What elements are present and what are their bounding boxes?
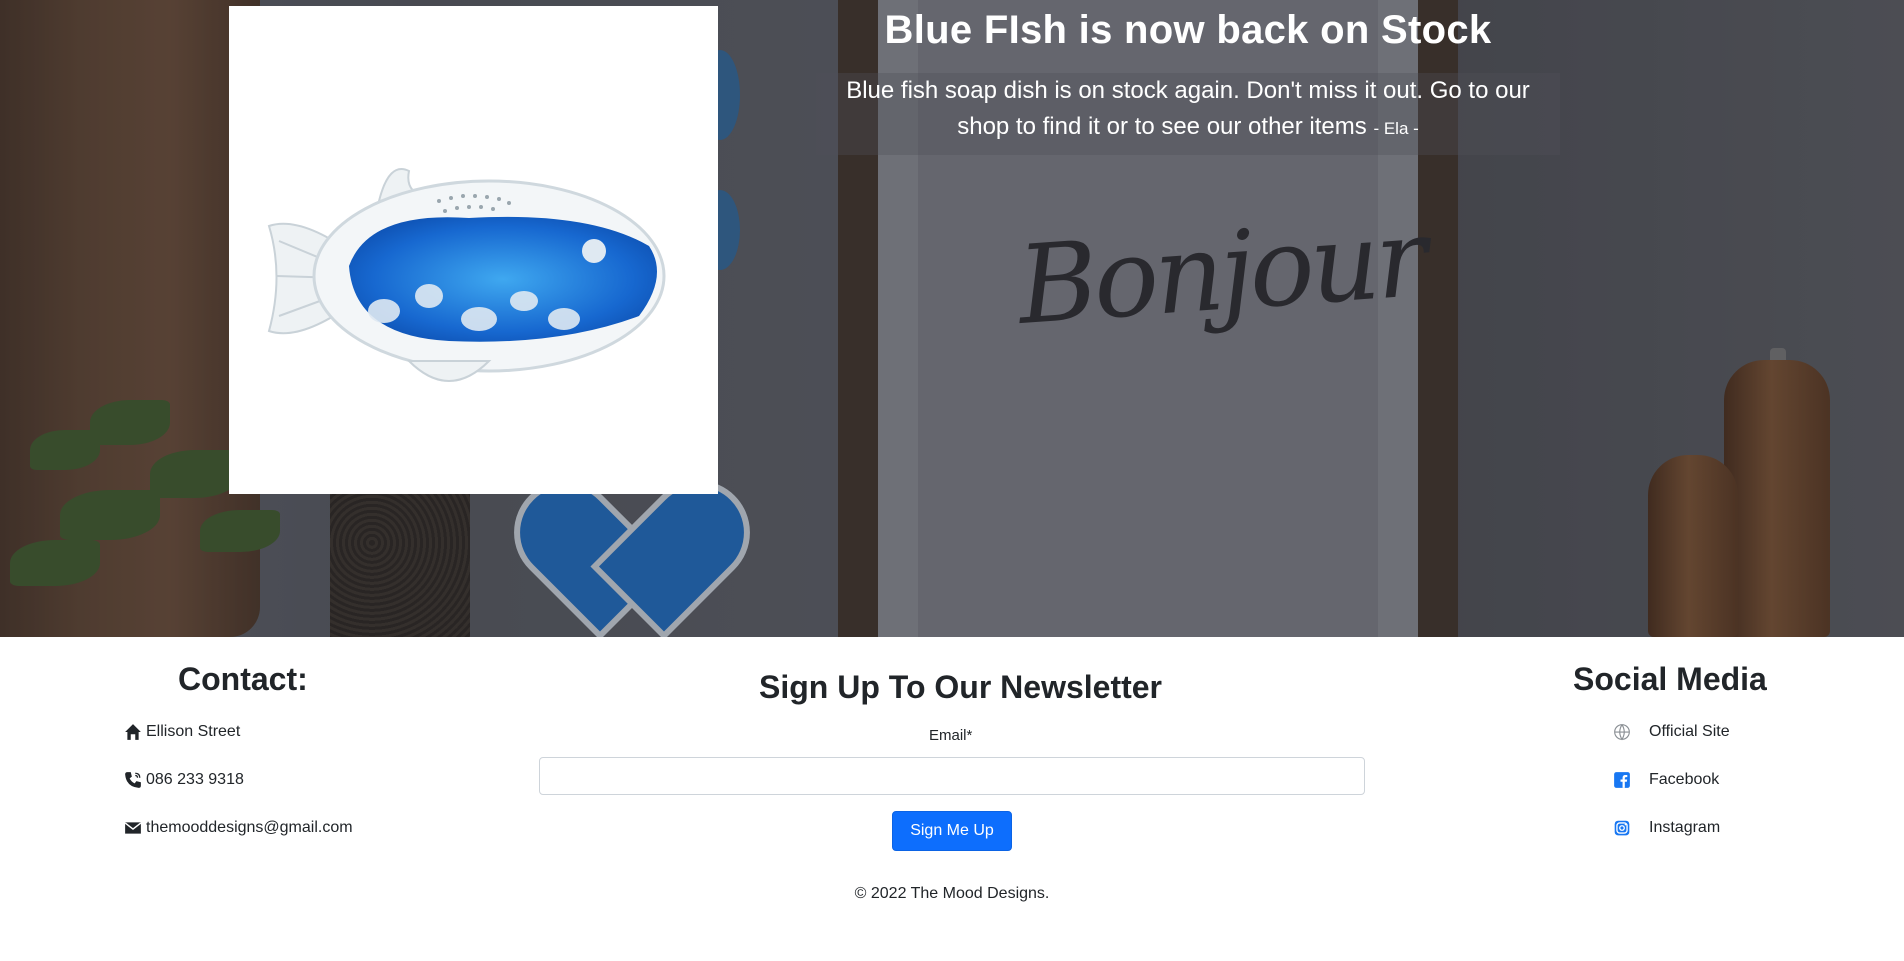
hero-body: Blue fish soap dish is on stock again. D… (816, 73, 1560, 155)
email-field[interactable] (539, 757, 1365, 795)
social-link-instagram[interactable]: Instagram (1613, 819, 1720, 837)
blue-fish-dish-image (267, 168, 666, 382)
hero-signature: - Ela - (1373, 119, 1419, 138)
hero-text: Blue FIsh is now back on Stock Blue fish… (816, 0, 1560, 155)
phone-icon (125, 772, 141, 788)
product-image (229, 6, 718, 494)
social-title: Social Media (1573, 661, 1767, 697)
hero-banner: Bonjour Blue FIsh is now back on Stock B… (0, 0, 1904, 637)
copyright: © 2022 The Mood Designs. (854, 885, 1050, 902)
hero-body-text: Blue fish soap dish is on stock again. D… (846, 77, 1530, 140)
globe-icon (1614, 724, 1630, 741)
social-link-official-site[interactable]: Official Site (1613, 723, 1730, 741)
hero-title: Blue FIsh is now back on Stock (884, 8, 1492, 52)
home-icon (125, 724, 141, 740)
footer: Contact: Ellison Street 086 233 9318 the… (0, 637, 1904, 961)
envelope-icon (124, 822, 142, 834)
contact-phone: 086 233 9318 (124, 771, 244, 789)
contact-title: Contact: (178, 661, 308, 697)
newsletter-title: Sign Up To Our Newsletter (759, 669, 1162, 705)
facebook-icon (1614, 772, 1630, 788)
contact-email: themooddesigns@gmail.com (124, 819, 353, 837)
social-link-facebook[interactable]: Facebook (1613, 771, 1719, 789)
instagram-icon (1614, 820, 1630, 836)
email-label: Email* (929, 727, 973, 744)
sign-me-up-button[interactable]: Sign Me Up (892, 811, 1012, 851)
contact-address: Ellison Street (124, 723, 240, 741)
